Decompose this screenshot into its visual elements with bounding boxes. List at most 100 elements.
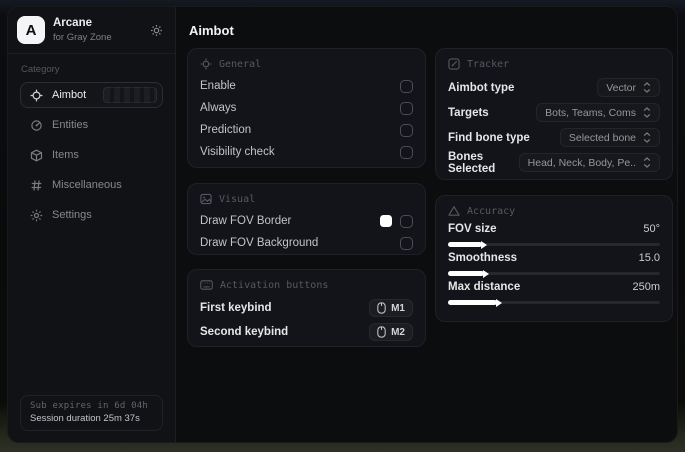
visibility-check-checkbox[interactable] [400, 145, 413, 159]
select-row: Find bone type Selected bone [448, 125, 660, 150]
slider-row: Smoothness 15.0 [448, 252, 660, 276]
slider-value: 250m [632, 281, 660, 293]
setting-label: Enable [200, 80, 236, 92]
crosshair-icon [30, 89, 43, 102]
select-label: Bones Selected [448, 150, 496, 175]
setting-row: Draw FOV Background [200, 232, 413, 254]
setting-label: Visibility check [200, 146, 275, 158]
unfold-icon [643, 82, 651, 93]
slider-fill[interactable] [448, 242, 482, 247]
subscription-box: Sub expires in 6d 04h Session duration 2… [20, 395, 163, 431]
app-subtitle: for Gray Zone [53, 31, 112, 43]
sidebar-item-items[interactable]: Items [20, 142, 163, 168]
smoothness-slider[interactable] [448, 271, 660, 276]
slider-label: Max distance [448, 281, 521, 293]
fov-border-color-swatch[interactable] [380, 215, 392, 227]
app-window: A Arcane for Gray Zone Category Aimbot E… [7, 6, 678, 443]
card-tracker: Tracker Aimbot type Vector Targets Bots,… [435, 48, 673, 180]
sidebar: A Arcane for Gray Zone Category Aimbot E… [8, 7, 176, 442]
setting-label: Draw FOV Border [200, 215, 292, 227]
select-row: Bones Selected Head, Neck, Body, Pe.. [448, 150, 660, 175]
always-checkbox[interactable] [400, 101, 413, 115]
watermark [103, 87, 157, 103]
slider-label: FOV size [448, 223, 497, 235]
select-row: Aimbot type Vector [448, 75, 660, 100]
setting-row: Enable [200, 75, 413, 97]
hash-icon [30, 179, 43, 192]
select-value: Bots, Teams, Coms [545, 106, 636, 119]
image-icon [200, 193, 212, 205]
card-title-label: Activation buttons [220, 279, 329, 291]
triangle-icon [448, 205, 460, 217]
slider-row: Max distance 250m [448, 281, 660, 305]
aimbot-type-select[interactable]: Vector [597, 78, 660, 97]
select-label: Aimbot type [448, 81, 515, 94]
slider-value: 15.0 [638, 252, 660, 264]
sidebar-item-label: Aimbot [52, 89, 87, 101]
sidebar-item-label: Settings [52, 209, 92, 221]
session-duration-text: Session duration 25m 37s [30, 413, 140, 424]
find-bone-type-select[interactable]: Selected bone [559, 128, 660, 147]
sub-expires-text: Sub expires in 6d 04h [30, 401, 148, 411]
slider-fill[interactable] [448, 271, 485, 276]
setting-row: Prediction [200, 119, 413, 141]
keybind-label: First keybind [200, 302, 272, 314]
select-row: Targets Bots, Teams, Coms [448, 100, 660, 125]
slider-fill[interactable] [448, 300, 497, 305]
main-content: Aimbot General Enable Always Prediction … [176, 7, 677, 442]
sidebar-item-label: Entities [52, 119, 89, 131]
sidebar-item-settings[interactable]: Settings [20, 202, 163, 228]
keybind-label: Second keybind [200, 326, 289, 338]
setting-label: Prediction [200, 124, 252, 136]
app-logo-letter: A [25, 21, 37, 39]
max-distance-slider[interactable] [448, 300, 660, 305]
gear-icon[interactable] [150, 24, 163, 37]
sidebar-item-aimbot[interactable]: Aimbot [20, 82, 163, 108]
card-title-label: Tracker [467, 58, 510, 70]
app-titles: Arcane for Gray Zone [53, 17, 112, 43]
keybind-value: M2 [391, 326, 405, 338]
sidebar-item-miscellaneous[interactable]: Miscellaneous [20, 172, 163, 198]
select-label: Targets [448, 106, 489, 119]
crosshair-icon [200, 58, 212, 70]
sidebar-nav: Aimbot Entities Items Miscellaneous Sett… [8, 82, 175, 228]
setting-label: Draw FOV Background [200, 237, 319, 249]
slider-value: 50° [643, 223, 660, 235]
slider-label: Smoothness [448, 252, 518, 264]
sidebar-item-label: Miscellaneous [52, 179, 122, 191]
select-value: Head, Neck, Body, Pe.. [527, 156, 636, 169]
card-title-label: Visual [219, 193, 256, 205]
targets-select[interactable]: Bots, Teams, Coms [536, 103, 660, 122]
slider-row: FOV size 50° [448, 223, 660, 247]
card-title-label: Accuracy [467, 205, 516, 217]
mouse-icon [377, 326, 386, 338]
bones-selected-select[interactable]: Head, Neck, Body, Pe.. [518, 153, 660, 172]
keybind-row: First keybind M1 [200, 296, 413, 320]
draw-fov-background-checkbox[interactable] [400, 236, 413, 250]
unfold-icon [643, 157, 651, 168]
prediction-checkbox[interactable] [400, 123, 413, 137]
unfold-icon [643, 107, 651, 118]
fov-size-slider[interactable] [448, 242, 660, 247]
card-title-label: General [219, 58, 262, 70]
sidebar-item-entities[interactable]: Entities [20, 112, 163, 138]
keybind-value: M1 [391, 302, 405, 314]
card-activation-buttons: Activation buttons First keybind M1 Seco… [187, 269, 426, 347]
keyboard-icon [200, 279, 213, 291]
enable-checkbox[interactable] [400, 79, 413, 93]
setting-row: Draw FOV Border [200, 210, 413, 232]
unfold-icon [643, 132, 651, 143]
tracker-icon [448, 58, 460, 70]
keybind-row: Second keybind M2 [200, 320, 413, 344]
select-value: Selected bone [568, 131, 636, 144]
setting-row: Visibility check [200, 141, 413, 163]
app-logo: A [17, 16, 45, 44]
sidebar-item-label: Items [52, 149, 79, 161]
second-keybind-button[interactable]: M2 [369, 323, 413, 341]
first-keybind-button[interactable]: M1 [369, 299, 413, 317]
draw-fov-border-checkbox[interactable] [400, 214, 413, 228]
setting-label: Always [200, 102, 237, 114]
card-general: General Enable Always Prediction Visibil… [187, 48, 426, 168]
select-label: Find bone type [448, 131, 530, 144]
setting-row: Always [200, 97, 413, 119]
